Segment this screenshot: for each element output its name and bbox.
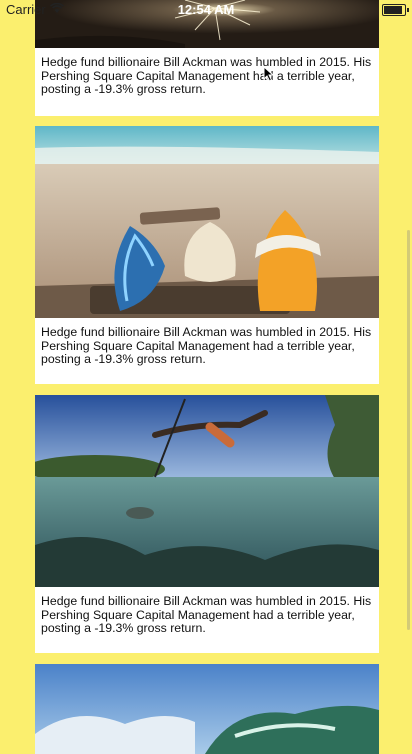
feed-card[interactable]: Hedge fund billionaire Bill Ackman was h…: [35, 126, 379, 384]
feed-card[interactable]: Hedge fund billionaire Bill Ackman was h…: [35, 395, 379, 653]
scrollbar[interactable]: [407, 230, 410, 630]
battery-icon: [382, 4, 409, 16]
card-caption: Hedge fund billionaire Bill Ackman was h…: [41, 325, 372, 367]
card-caption: Hedge fund billionaire Bill Ackman was h…: [41, 55, 372, 97]
spearfisher-split-view-photo: [35, 395, 379, 587]
status-bar: Carrier 12:54 AM: [0, 0, 412, 20]
feed-card[interactable]: [35, 664, 379, 754]
status-time: 12:54 AM: [177, 2, 235, 17]
underwater-wave-photo: [35, 664, 379, 754]
surfboards-on-beach-photo: [35, 126, 379, 318]
card-caption: Hedge fund billionaire Bill Ackman was h…: [41, 594, 372, 636]
mouse-cursor-icon: [263, 66, 275, 82]
